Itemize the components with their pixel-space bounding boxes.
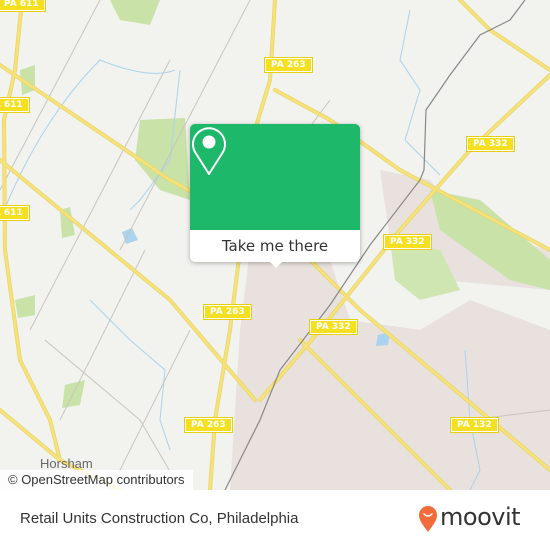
road-shield-pa332: PA 332 [466,136,515,152]
park [15,295,35,318]
map-view[interactable]: PA 611 PA 611 PA 611 PA 263 PA 263 PA 26… [0,0,550,490]
popup-header [190,124,360,230]
road-shield-pa332: PA 332 [383,234,432,250]
road-shield-pa132: PA 132 [450,417,499,433]
place-label-horsham: Horsham [40,456,93,471]
brand-name: moovit [440,503,521,531]
map-attribution[interactable]: © OpenStreetMap contributors [0,470,193,490]
stream [89,299,171,451]
road-shield-pa263: PA 263 [203,304,252,320]
road-shield-pa611: PA 611 [0,0,46,12]
location-pin-icon [192,127,226,175]
road-shield-pa263: PA 263 [184,417,233,433]
road-shield-pa332: PA 332 [309,319,358,335]
park [110,0,160,25]
road-shield-pa611: PA 611 [0,205,30,221]
popup-tail [268,260,284,268]
location-popup: Take me there [190,124,360,268]
road-shield-pa263: PA 263 [264,57,313,73]
urban-area [230,250,550,490]
stream [399,9,441,176]
take-me-there-button[interactable]: Take me there [190,230,360,262]
road-shield-pa611: PA 611 [0,97,30,113]
place-title: Retail Units Construction Co, Philadelph… [20,510,299,527]
moovit-pin-icon [419,506,437,532]
